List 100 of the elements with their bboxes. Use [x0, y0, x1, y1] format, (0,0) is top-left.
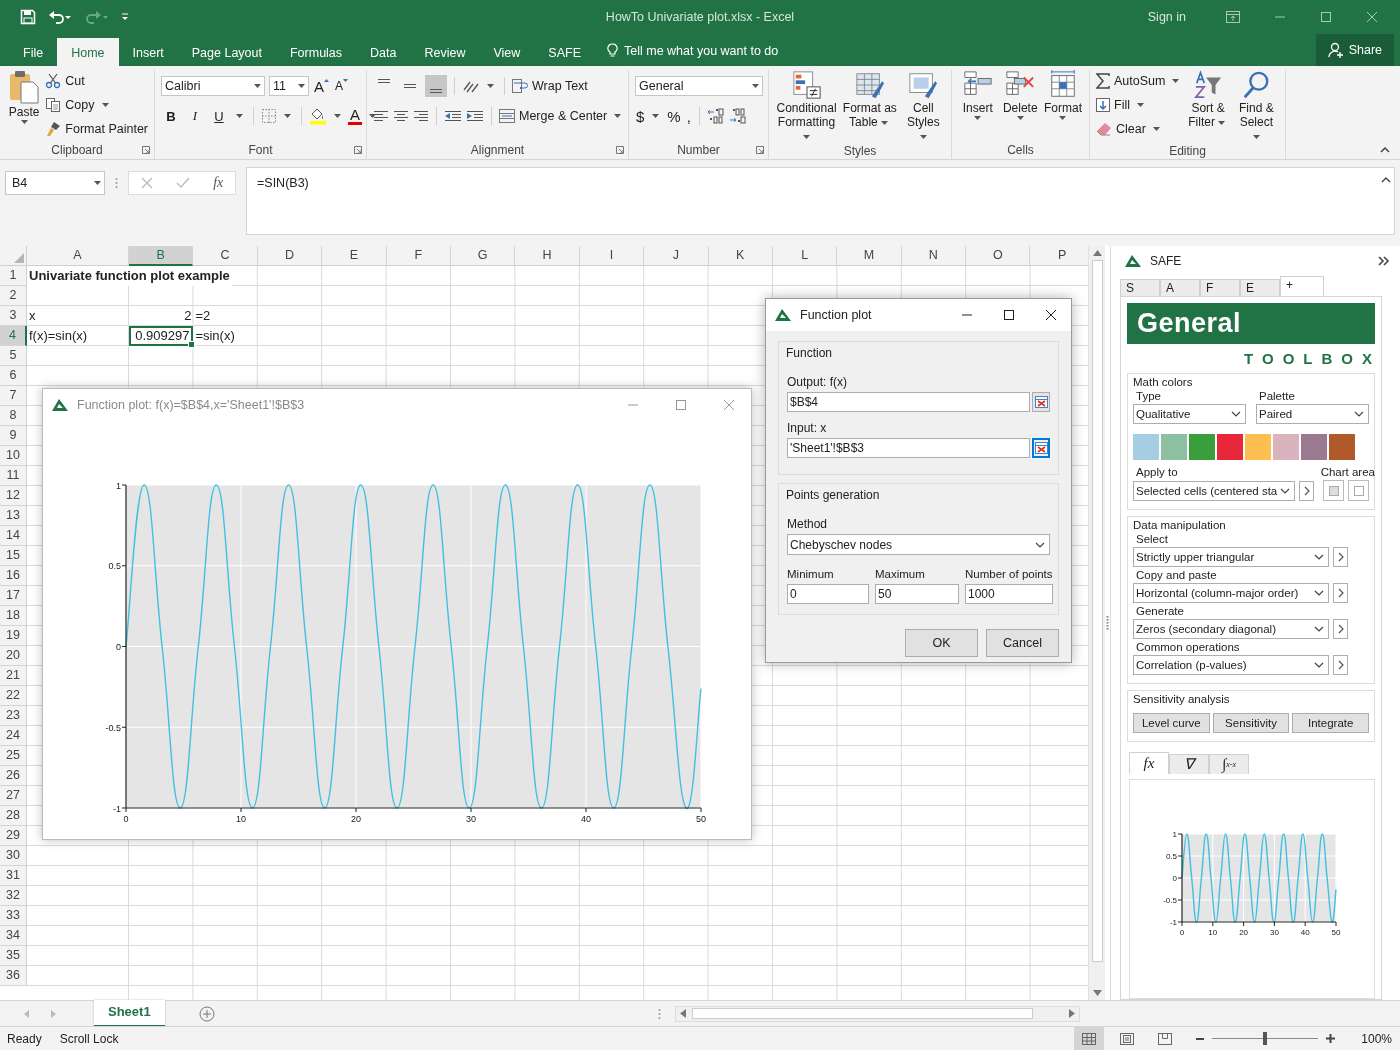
operation-dropdown[interactable]: Horizontal (column-major order) [1133, 583, 1329, 603]
wrap-text-button[interactable]: Wrap Text [512, 75, 588, 97]
pane-tab[interactable]: S [1120, 279, 1160, 296]
analysis-button[interactable]: Sensitivity [1212, 713, 1290, 733]
row-header[interactable]: 34 [0, 926, 27, 946]
row-header[interactable]: 27 [0, 786, 27, 806]
row-header[interactable]: 25 [0, 746, 27, 766]
sheet-tab[interactable]: Sheet1 [94, 999, 165, 1027]
styles-button[interactable]: Cell Styles [901, 70, 945, 143]
color-swatch[interactable] [1217, 434, 1243, 460]
run-button[interactable] [1299, 480, 1314, 501]
merge-center-button[interactable]: Merge & Center [499, 105, 625, 127]
decrease-indent-icon[interactable] [444, 110, 462, 122]
cells-button[interactable]: Delete [1000, 70, 1040, 120]
row-header[interactable]: 30 [0, 846, 27, 866]
row-header[interactable]: 4 [0, 326, 27, 346]
grip-icon[interactable] [658, 1007, 661, 1020]
row-header[interactable]: 7 [0, 386, 27, 406]
ribbon-tab[interactable]: Data [356, 38, 411, 66]
row-header[interactable]: 31 [0, 866, 27, 886]
table-cell[interactable]: 2 [129, 306, 194, 326]
row-header[interactable]: 33 [0, 906, 27, 926]
dialog-launcher-icon[interactable] [616, 146, 624, 154]
bold-button[interactable]: B [161, 106, 181, 126]
column-header[interactable]: J [644, 246, 709, 266]
column-header[interactable]: A [27, 246, 129, 266]
scroll-left-icon[interactable] [680, 1009, 686, 1018]
font-name-dropdown[interactable]: Calibri [161, 76, 265, 96]
chart-area-fill-button[interactable] [1323, 480, 1344, 501]
row-header[interactable]: 28 [0, 806, 27, 826]
number-format-dropdown[interactable]: General [635, 76, 763, 96]
row-header[interactable]: 18 [0, 606, 27, 626]
color-swatch[interactable] [1273, 434, 1299, 460]
pane-tab[interactable]: + [1280, 276, 1324, 296]
row-header[interactable]: 29 [0, 826, 27, 846]
increase-indent-icon[interactable] [466, 110, 484, 122]
row-header[interactable]: 12 [0, 486, 27, 506]
borders-icon[interactable] [261, 108, 277, 124]
view-button[interactable] [1074, 1027, 1105, 1050]
cells-button[interactable]: Insert [958, 70, 998, 120]
operation-dropdown[interactable]: Correlation (p-values) [1133, 655, 1329, 675]
close-icon[interactable] [1045, 309, 1057, 321]
number-field[interactable]: 1000 [965, 584, 1053, 604]
ribbon-tab[interactable]: Formulas [275, 38, 357, 66]
styles-button[interactable]: Conditional Formatting [775, 70, 839, 143]
column-header[interactable]: O [966, 246, 1031, 266]
row-header[interactable]: 3 [0, 306, 27, 326]
dialog-launcher-icon[interactable] [142, 146, 150, 154]
column-header[interactable]: C [193, 246, 258, 266]
insert-function-button[interactable]: fx [213, 175, 224, 191]
increase-decimal-icon[interactable] [706, 108, 725, 124]
cells-button[interactable]: Format [1042, 70, 1083, 120]
percent-button[interactable]: % [666, 106, 682, 126]
run-button[interactable] [1333, 619, 1348, 639]
table-cell[interactable]: =sin(x) [193, 326, 258, 346]
dialog-button[interactable]: OK [905, 629, 978, 657]
name-box[interactable]: B4 [5, 171, 105, 195]
find-select-button[interactable]: Find & Select [1233, 70, 1279, 143]
tell-me-field[interactable]: Tell me what you want to do [624, 34, 779, 66]
row-header[interactable]: 9 [0, 426, 27, 446]
analysis-button[interactable]: Integrate [1292, 713, 1369, 733]
row-header[interactable]: 6 [0, 366, 27, 386]
ribbon-tab[interactable]: File [9, 38, 58, 66]
range-field[interactable]: $B$4 [787, 392, 1030, 412]
shrink-font-button[interactable]: A [334, 76, 350, 96]
column-header[interactable]: H [515, 246, 580, 266]
color-swatch[interactable] [1133, 434, 1159, 460]
run-button[interactable] [1333, 655, 1348, 675]
color-swatch[interactable] [1189, 434, 1215, 460]
number-field[interactable]: 0 [787, 584, 869, 604]
fill-color-icon[interactable] [309, 107, 327, 125]
row-header[interactable]: 17 [0, 586, 27, 606]
dialog-button[interactable]: Cancel [986, 629, 1059, 657]
row-header[interactable]: 23 [0, 706, 27, 726]
font-size-dropdown[interactable]: 11 [269, 76, 309, 96]
redo-icon[interactable] [84, 9, 108, 25]
row-header[interactable]: 35 [0, 946, 27, 966]
ribbon-tab[interactable]: Home [57, 38, 119, 66]
decrease-decimal-icon[interactable] [728, 108, 747, 124]
row-header[interactable]: 16 [0, 566, 27, 586]
range-field[interactable]: 'Sheet1'!$B$3 [787, 438, 1030, 458]
row-header[interactable]: 5 [0, 346, 27, 366]
range-picker-button[interactable] [1032, 392, 1050, 412]
row-header[interactable]: 15 [0, 546, 27, 566]
run-button[interactable] [1333, 547, 1348, 567]
analysis-button[interactable]: Level curve [1133, 713, 1210, 733]
row-header[interactable]: 26 [0, 766, 27, 786]
zoom-slider-thumb[interactable] [1263, 1032, 1268, 1045]
column-header[interactable]: E [322, 246, 387, 266]
vertical-scrollbar[interactable] [1088, 246, 1105, 1000]
column-header[interactable]: L [772, 246, 838, 266]
apply-to-dropdown[interactable]: Selected cells (centered sta [1133, 480, 1295, 501]
ribbon-tab[interactable]: Insert [118, 38, 178, 66]
column-header[interactable]: M [837, 246, 902, 266]
styles-button[interactable]: Format as Table [841, 70, 899, 129]
zoom-in-icon[interactable] [1326, 1034, 1336, 1043]
color-swatch[interactable] [1245, 434, 1271, 460]
sign-in-link[interactable]: Sign in [1147, 10, 1186, 24]
table-cell[interactable]: f(x)=sin(x) [27, 326, 129, 346]
row-header[interactable]: 10 [0, 446, 27, 466]
